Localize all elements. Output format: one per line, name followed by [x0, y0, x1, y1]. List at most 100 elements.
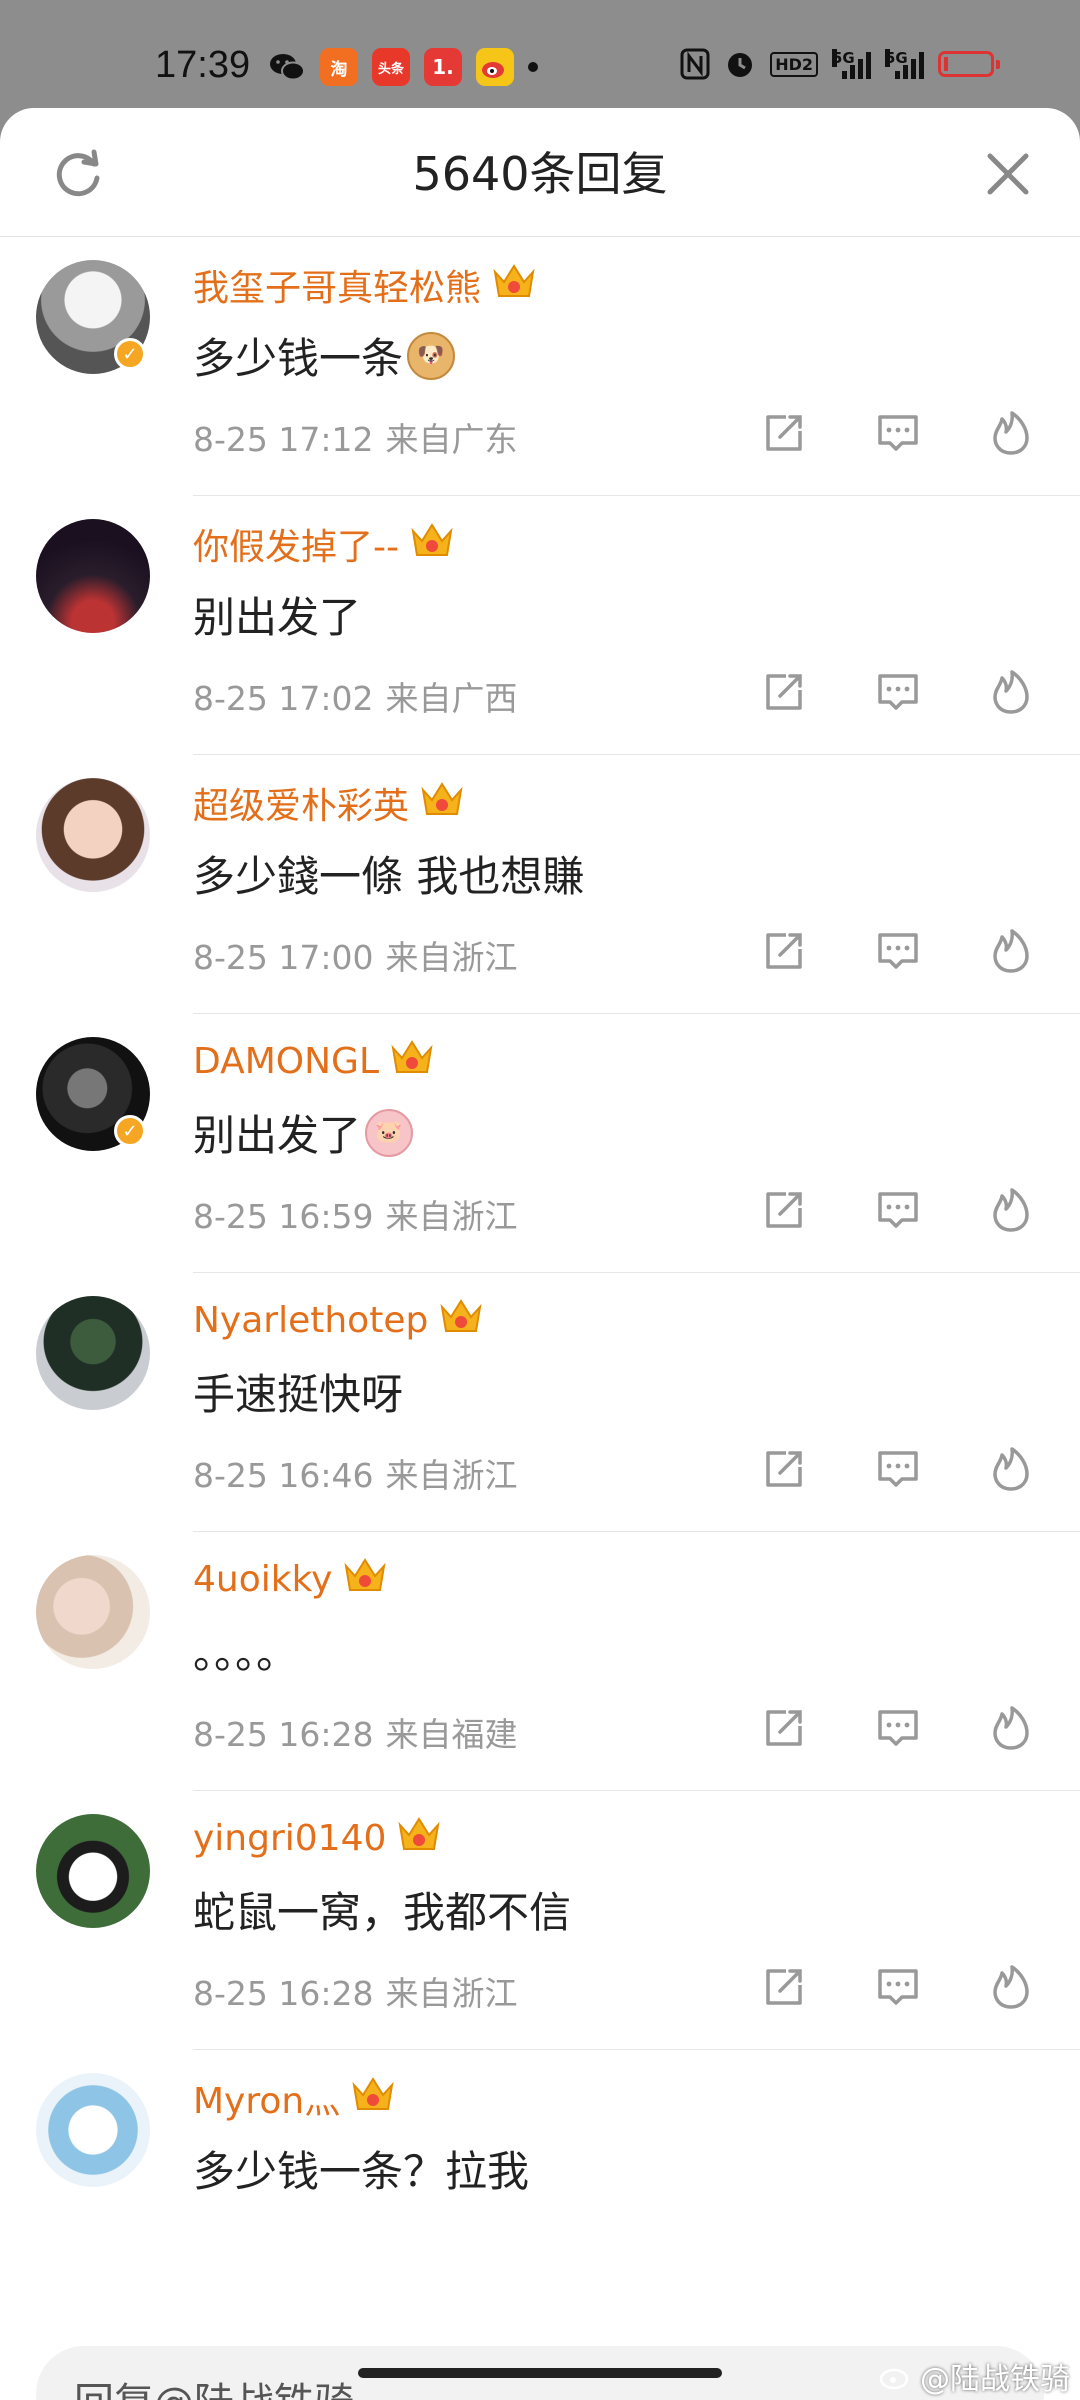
comment-meta: 8-25 16:28 来自浙江 — [193, 1967, 518, 2015]
comment-username[interactable]: Myron灬 — [193, 2072, 396, 2124]
share-icon[interactable] — [760, 1704, 808, 1752]
comment-date: 8-25 17:02 — [193, 679, 374, 718]
comment-username[interactable]: yingri0140 — [193, 1813, 442, 1864]
battery-level — [944, 57, 948, 71]
more-notifications-dot — [528, 62, 538, 72]
comment-username[interactable]: 4uoikky — [193, 1554, 388, 1605]
avatar[interactable] — [36, 1555, 150, 1669]
one-app-icon: 1. — [424, 48, 462, 86]
vip-crown-icon — [438, 1295, 484, 1346]
comment-date: 8-25 17:00 — [193, 938, 374, 977]
like-icon[interactable] — [987, 1704, 1035, 1752]
sheet-header: 5640条回复 — [0, 108, 1080, 237]
comment-meta: 8-25 17:00 来自浙江 — [193, 931, 518, 979]
verified-badge-icon: ✓ — [114, 1115, 146, 1147]
vip-crown-icon — [491, 260, 537, 311]
wechat-icon — [270, 54, 305, 81]
vip-crown-icon — [409, 519, 455, 570]
verified-badge-icon: ✓ — [114, 338, 146, 370]
comment-item[interactable]: yingri0140 蛇鼠一窝，我都不信 8-25 16:28 来自浙江 — [0, 1791, 1080, 2050]
share-icon[interactable] — [760, 668, 808, 716]
reply-icon[interactable] — [874, 1186, 922, 1234]
avatar[interactable] — [36, 1814, 150, 1928]
close-icon[interactable] — [982, 148, 1034, 200]
reply-icon[interactable] — [874, 1704, 922, 1752]
like-icon[interactable] — [987, 1963, 1035, 2011]
home-indicator[interactable] — [358, 2368, 722, 2378]
page-title: 5640条回复 — [412, 147, 668, 201]
comment-username[interactable]: DAMONGL — [193, 1036, 435, 1087]
avatar[interactable] — [36, 1296, 150, 1410]
comment-list: ✓ 我玺子哥真轻松熊 多少钱一条 🐶 8-25 17:12 来自广东 你假发掉了-… — [0, 237, 1080, 2309]
comment-item[interactable]: Myron灬 多少钱一条？拉我 — [0, 2050, 1080, 2309]
reply-icon[interactable] — [874, 668, 922, 716]
comment-meta: 8-25 17:12 来自广东 — [193, 413, 518, 461]
signal-2-icon: 5G — [885, 49, 924, 79]
like-icon[interactable] — [987, 409, 1035, 457]
comment-location: 来自广东 — [385, 420, 518, 459]
comment-item[interactable]: ✓ DAMONGL 别出发了 🐷 8-25 16:59 来自浙江 — [0, 1014, 1080, 1273]
like-icon[interactable] — [987, 927, 1035, 975]
reply-placeholder: 回复@陆战铁骑 — [74, 2370, 354, 2400]
comment-date: 8-25 17:12 — [193, 420, 374, 459]
comment-location: 来自浙江 — [385, 1456, 518, 1495]
reply-icon[interactable] — [874, 1963, 922, 2011]
like-icon[interactable] — [987, 668, 1035, 716]
avatar[interactable] — [36, 2073, 150, 2187]
comment-date: 8-25 16:28 — [193, 1974, 374, 2013]
comment-location: 来自浙江 — [385, 938, 518, 977]
comment-item[interactable]: Nyarlethotep 手速挺快呀 8-25 16:46 来自浙江 — [0, 1273, 1080, 1532]
comment-text: 手速挺快呀 — [193, 1370, 404, 1419]
pig-emoji-icon: 🐷 — [365, 1108, 414, 1157]
comment-text: 别出发了 — [193, 593, 362, 642]
weibo-logo-icon — [879, 2368, 909, 2390]
comment-text: 多少钱一条？拉我 — [193, 2147, 530, 2196]
toutiao-icon: 头条 — [372, 48, 410, 86]
vip-crown-icon — [350, 2073, 396, 2124]
comment-date: 8-25 16:59 — [193, 1197, 374, 1236]
reply-icon[interactable] — [874, 409, 922, 457]
vip-crown-icon — [396, 1813, 442, 1864]
comment-username[interactable]: Nyarlethotep — [193, 1295, 484, 1346]
nfc-icon — [680, 48, 710, 80]
comment-text: 别出发了 🐷 — [193, 1102, 414, 1163]
comment-item[interactable]: ✓ 我玺子哥真轻松熊 多少钱一条 🐶 8-25 17:12 来自广东 — [0, 237, 1080, 496]
share-icon[interactable] — [760, 1186, 808, 1234]
comment-item[interactable]: 4uoikky 。。。。 8-25 16:28 来自福建 — [0, 1532, 1080, 1791]
share-icon[interactable] — [760, 1963, 808, 2011]
comment-meta: 8-25 17:02 来自广西 — [193, 672, 518, 720]
taobao-icon: 淘 — [320, 48, 358, 86]
comment-text: 。。。。 — [193, 1629, 299, 1678]
avatar[interactable] — [36, 519, 150, 633]
signal-1-icon: 5G — [832, 49, 871, 79]
like-icon[interactable] — [987, 1186, 1035, 1234]
comment-meta: 8-25 16:46 来自浙江 — [193, 1449, 518, 1497]
doge-emoji-icon: 🐶 — [407, 331, 456, 380]
share-icon[interactable] — [760, 927, 808, 975]
comment-item[interactable]: 超级爱朴彩英 多少錢一條 我也想賺 8-25 17:00 来自浙江 — [0, 755, 1080, 1014]
comment-location: 来自浙江 — [385, 1974, 518, 2013]
comment-location: 来自广西 — [385, 679, 518, 718]
alarm-icon — [728, 53, 753, 77]
notification-icons: 淘 头条 1. — [268, 48, 538, 86]
comment-username[interactable]: 你假发掉了-- — [193, 518, 455, 570]
share-icon[interactable] — [760, 409, 808, 457]
comment-meta: 8-25 16:28 来自福建 — [193, 1708, 518, 1756]
comment-item[interactable]: 你假发掉了-- 别出发了 8-25 17:02 来自广西 — [0, 496, 1080, 755]
comment-username[interactable]: 超级爱朴彩英 — [193, 777, 465, 829]
like-icon[interactable] — [987, 1445, 1035, 1493]
avatar[interactable] — [36, 778, 150, 892]
comment-text: 多少钱一条 🐶 — [193, 325, 456, 386]
status-bar: 17:39 淘 头条 1. HD2 5G 5G — [0, 0, 1080, 108]
weibo-icon — [476, 48, 514, 86]
system-indicators: HD2 5G 5G — [680, 48, 1000, 80]
vip-crown-icon — [389, 1036, 435, 1087]
comment-text: 蛇鼠一窝，我都不信 — [193, 1888, 572, 1937]
comment-username[interactable]: 我玺子哥真轻松熊 — [193, 259, 537, 311]
share-icon[interactable] — [760, 1445, 808, 1493]
reply-icon[interactable] — [874, 927, 922, 975]
reply-icon[interactable] — [874, 1445, 922, 1493]
comment-text: 多少錢一條 我也想賺 — [193, 852, 585, 901]
comment-location: 来自浙江 — [385, 1197, 518, 1236]
comment-meta: 8-25 16:59 来自浙江 — [193, 1190, 518, 1238]
